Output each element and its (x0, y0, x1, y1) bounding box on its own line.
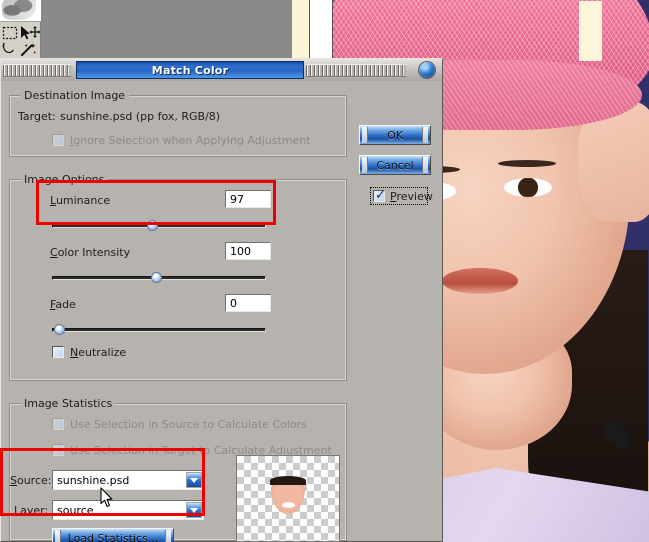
use-selection-source-label: Use Selection in Source to Calculate Col… (70, 418, 307, 431)
checkmark-icon: ✓ (375, 188, 386, 203)
ok-button-label: OK (387, 128, 403, 142)
cancel-button-label: Cancel (376, 158, 414, 172)
photo-lips (442, 268, 518, 294)
destination-image-group-title: Destination Image (20, 89, 130, 102)
match-color-dialog[interactable]: Match Color Destination Image Target: su… (0, 58, 443, 542)
chevron-down-icon[interactable] (186, 472, 202, 488)
fade-slider-track[interactable] (52, 328, 266, 332)
load-statistics-button[interactable]: Load Statistics... (52, 528, 174, 542)
fade-slider-thumb[interactable] (54, 324, 65, 335)
color-intensity-label-rest: olor Intensity (57, 246, 131, 259)
titlebar-grip-right (306, 64, 406, 77)
neutralize-label: Neutralize (70, 346, 127, 359)
use-selection-source-checkbox[interactable] (52, 418, 64, 430)
photo-eyebrow-right (498, 160, 556, 167)
thumbnail-hair (270, 476, 306, 485)
fade-label-rest: ade (55, 298, 76, 311)
source-combobox[interactable]: sunshine.psd (52, 470, 204, 490)
titlebar-orb-icon[interactable] (418, 61, 436, 79)
layer-combobox[interactable]: source (52, 500, 204, 520)
color-intensity-value-field[interactable]: 100 (225, 242, 271, 260)
dialog-body: Destination Image Target: sunshine.psd (… (1, 81, 442, 542)
luminance-slider-track[interactable] (52, 224, 266, 228)
color-intensity-slider-thumb[interactable] (151, 272, 162, 283)
load-statistics-button-label: Load Statistics... (67, 531, 159, 542)
ok-button[interactable]: OK (359, 125, 431, 145)
thumbnail-mouth (282, 502, 295, 508)
canvas-gray-area (41, 0, 292, 62)
photo-shoulder-mark (590, 408, 636, 454)
fade-value-field[interactable]: 0 (225, 294, 271, 312)
canvas-strip (41, 0, 602, 62)
dialog-title-plate: Match Color (76, 61, 304, 79)
titlebar-grip-left (3, 64, 71, 77)
mouse-cursor (100, 487, 113, 507)
fade-label: Fade (50, 298, 76, 311)
color-intensity-slider[interactable] (52, 272, 266, 284)
fade-slider[interactable] (52, 324, 266, 336)
destination-image-group: Destination Image Target: sunshine.psd (… (9, 89, 347, 157)
chevron-down-icon[interactable] (186, 502, 202, 518)
group-bevel (10, 96, 346, 156)
cancel-button[interactable]: Cancel (359, 155, 431, 175)
toolbox-thumbnail-art (2, 0, 36, 20)
neutralize-checkbox[interactable] (52, 346, 64, 358)
image-options-group: Image Options Luminance 97 Color Intensi… (9, 173, 347, 381)
target-label: Target: (18, 110, 56, 123)
luminance-slider-thumb[interactable] (147, 220, 158, 231)
luminance-slider[interactable] (52, 220, 266, 232)
toolbox-panel[interactable] (0, 0, 41, 62)
dialog-titlebar[interactable]: Match Color (1, 59, 442, 81)
luminance-label: Luminance (50, 194, 111, 207)
preview-label-rest: review (396, 190, 433, 203)
photo-eye-right (504, 178, 552, 197)
ignore-selection-label-rest: gnore Selection when Applying Adjustment (73, 134, 311, 147)
target-value: sunshine.psd (pp fox, RGB/8) (60, 110, 221, 123)
preview-label: Preview (390, 190, 433, 203)
canvas-cream-area (579, 1, 602, 61)
source-label-rest: ource: (16, 474, 52, 487)
color-intensity-label: Color Intensity (50, 246, 131, 259)
neutralize-label-rest: eutralize (78, 346, 127, 359)
layer-label: Layer: (14, 504, 49, 517)
source-label: Source: (10, 474, 52, 487)
image-options-group-title: Image Options (20, 173, 109, 186)
source-combobox-value: sunshine.psd (57, 474, 130, 487)
use-selection-target-checkbox[interactable] (52, 444, 64, 456)
toolbox-thumbnail (0, 0, 41, 22)
source-layer-thumbnail (236, 455, 340, 542)
canvas-edge (309, 0, 602, 62)
ignore-selection-checkbox[interactable] (52, 134, 64, 146)
luminance-label-rest: uminance (55, 194, 111, 207)
image-statistics-group-title: Image Statistics (20, 397, 117, 410)
dialog-title: Match Color (151, 63, 229, 77)
preview-checkbox[interactable]: ✓ (373, 188, 386, 203)
luminance-value-field[interactable]: 97 (225, 190, 271, 208)
layer-combobox-value: source (57, 504, 94, 517)
layer-label-rest: yer: (26, 504, 49, 517)
photo-background-cream (292, 0, 310, 58)
ignore-selection-label: Ignore Selection when Applying Adjustmen… (70, 134, 311, 147)
